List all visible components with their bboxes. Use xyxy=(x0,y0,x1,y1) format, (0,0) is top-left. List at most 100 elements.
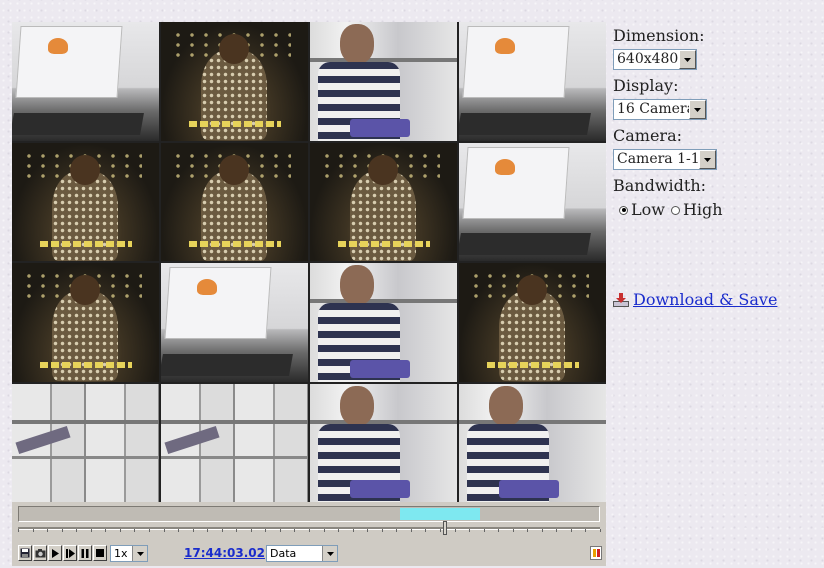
save-icon xyxy=(20,548,30,558)
camera-tile-10[interactable] xyxy=(161,263,308,382)
slider-tick xyxy=(410,529,412,532)
slider-tick xyxy=(352,529,354,532)
slider-tick xyxy=(396,529,398,532)
bandwidth-label: Bandwidth: xyxy=(613,176,707,195)
slider-tick xyxy=(61,529,63,532)
slider-tick xyxy=(32,529,34,532)
timeline-recorded-segment xyxy=(400,508,480,520)
snapshot-button[interactable] xyxy=(33,545,47,561)
camera-tile-13[interactable] xyxy=(12,383,159,502)
slider-tick xyxy=(105,529,107,532)
slider-tick xyxy=(279,529,281,532)
camera-tile-6[interactable] xyxy=(161,142,308,261)
camera-label: Camera: xyxy=(613,126,682,145)
slider-tick xyxy=(512,529,514,532)
timeline-bar[interactable] xyxy=(18,506,600,522)
slider-tick xyxy=(119,529,121,532)
camera-tile-2[interactable] xyxy=(161,22,308,141)
bandwidth-high-radio[interactable] xyxy=(670,205,680,215)
download-save: Download & Save xyxy=(613,290,777,309)
speed-select[interactable]: 1x xyxy=(110,545,148,562)
speed-select-value: 1x xyxy=(114,547,128,560)
dimension-label: Dimension: xyxy=(613,26,705,45)
timestamp-link[interactable]: 17:44:03.02 xyxy=(184,545,265,561)
camera-tile-14[interactable] xyxy=(161,383,308,502)
camera-tile-9[interactable] xyxy=(12,263,159,382)
bandwidth-high-label: High xyxy=(682,200,723,219)
download-icon xyxy=(613,292,629,307)
camera-tile-8[interactable] xyxy=(459,142,606,261)
slider-tick xyxy=(323,529,325,532)
slider-tick xyxy=(585,529,587,532)
chevron-down-icon xyxy=(699,150,716,169)
chevron-down-icon xyxy=(322,546,337,561)
slider-tick xyxy=(600,529,601,532)
slider-tick xyxy=(148,529,150,532)
display-select[interactable]: 16 Cameras xyxy=(613,99,707,120)
step-forward-button[interactable] xyxy=(63,545,77,561)
pause-button[interactable] xyxy=(78,545,92,561)
display-label: Display: xyxy=(613,76,679,95)
slider-tick xyxy=(265,529,267,532)
play-button[interactable] xyxy=(48,545,62,561)
slider-tick xyxy=(236,529,238,532)
play-icon xyxy=(52,548,59,558)
slider-tick xyxy=(294,529,296,532)
slider-tick xyxy=(469,529,471,532)
dimension-select[interactable]: 640x480 xyxy=(613,49,697,70)
slider-tick xyxy=(527,529,529,532)
playback-slider-thumb[interactable] xyxy=(443,521,447,535)
camera-tile-5[interactable] xyxy=(12,142,159,261)
camera-grid xyxy=(12,22,606,502)
pause-icon xyxy=(81,548,89,558)
bandwidth-low-label: Low xyxy=(631,200,665,219)
mode-select[interactable]: Data xyxy=(266,545,338,562)
save-button[interactable] xyxy=(18,545,32,561)
slider-tick xyxy=(163,529,165,532)
camera-tile-3[interactable] xyxy=(310,22,457,141)
snapshot-icon xyxy=(35,549,45,558)
slider-tick xyxy=(250,529,252,532)
slider-tick xyxy=(207,529,209,532)
chevron-down-icon xyxy=(679,50,696,69)
slider-tick xyxy=(192,529,194,532)
stop-icon xyxy=(96,549,104,557)
slider-tick xyxy=(454,529,456,532)
playback-controls: 1x 17:44:03.02 Data xyxy=(16,545,604,563)
slider-tick xyxy=(18,529,19,532)
slider-tick xyxy=(439,529,441,532)
slider-tick xyxy=(47,529,49,532)
bandwidth-options: Low High xyxy=(613,198,818,222)
slider-tick xyxy=(338,529,340,532)
camera-tile-7[interactable] xyxy=(310,142,457,261)
slider-tick xyxy=(90,529,92,532)
slider-tick xyxy=(483,529,485,532)
slider-tick xyxy=(570,529,572,532)
step-forward-icon xyxy=(65,548,75,558)
camera-tile-1[interactable] xyxy=(12,22,159,141)
slider-tick xyxy=(221,529,223,532)
slider-tick xyxy=(541,529,543,532)
slider-tick xyxy=(178,529,180,532)
slider-tick xyxy=(367,529,369,532)
camera-tile-16[interactable] xyxy=(459,383,606,502)
slider-tick xyxy=(134,529,136,532)
slider-tick xyxy=(425,529,427,532)
chevron-down-icon xyxy=(132,546,147,561)
camera-viewer: 1x 17:44:03.02 Data xyxy=(12,22,606,566)
camera-tile-11[interactable] xyxy=(310,263,457,382)
chevron-down-icon xyxy=(689,100,706,119)
slider-tick xyxy=(498,529,500,532)
slider-tick xyxy=(309,529,310,532)
mode-select-value: Data xyxy=(270,547,297,560)
camera-tile-12[interactable] xyxy=(459,263,606,382)
camera-tile-15[interactable] xyxy=(310,383,457,502)
camera-select[interactable]: Camera 1-16 xyxy=(613,149,717,170)
settings-panel: Dimension: 640x480 Display: 16 Cameras C… xyxy=(613,24,818,309)
bandwidth-low-radio[interactable] xyxy=(619,205,628,215)
camera-tile-4[interactable] xyxy=(459,22,606,141)
audio-level-icon[interactable] xyxy=(590,546,602,560)
stop-button[interactable] xyxy=(93,545,107,561)
download-save-link[interactable]: Download & Save xyxy=(633,290,777,309)
dimension-select-value: 640x480 xyxy=(617,51,679,67)
